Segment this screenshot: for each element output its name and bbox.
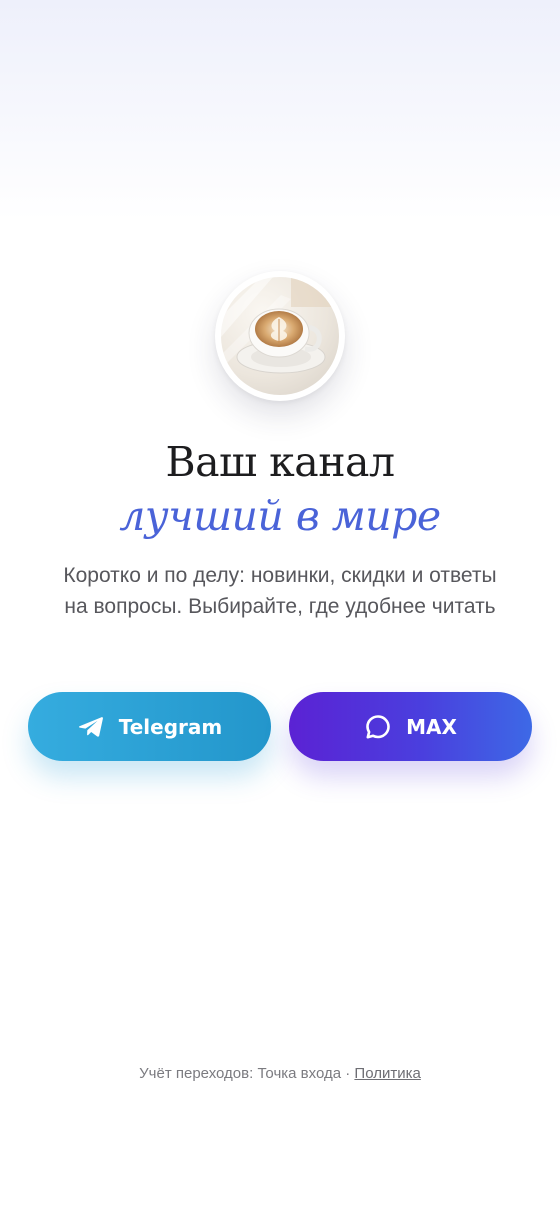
avatar	[215, 271, 345, 401]
latte-photo-icon	[221, 277, 339, 395]
policy-link[interactable]: Политика	[354, 1065, 420, 1082]
max-button-label: MAX	[406, 714, 457, 739]
telegram-button[interactable]: Telegram	[28, 692, 271, 761]
telegram-button-label: Telegram	[118, 714, 223, 739]
chat-bubble-icon	[364, 713, 392, 741]
footer-tracking-text: Учёт переходов: Точка входа ·	[139, 1065, 355, 1082]
description: Коротко и по делу: новинки, скидки и отв…	[63, 564, 497, 618]
footer: Учёт переходов: Точка входа · Политика	[0, 1064, 560, 1084]
telegram-paper-plane-icon	[77, 713, 105, 741]
landing-page: Ваш канал лучший в мире Коротко и по дел…	[0, 0, 560, 1212]
page-title-accent: лучший в мире	[119, 492, 441, 540]
max-button[interactable]: MAX	[289, 692, 532, 761]
page-title: Ваш канал	[165, 438, 395, 486]
